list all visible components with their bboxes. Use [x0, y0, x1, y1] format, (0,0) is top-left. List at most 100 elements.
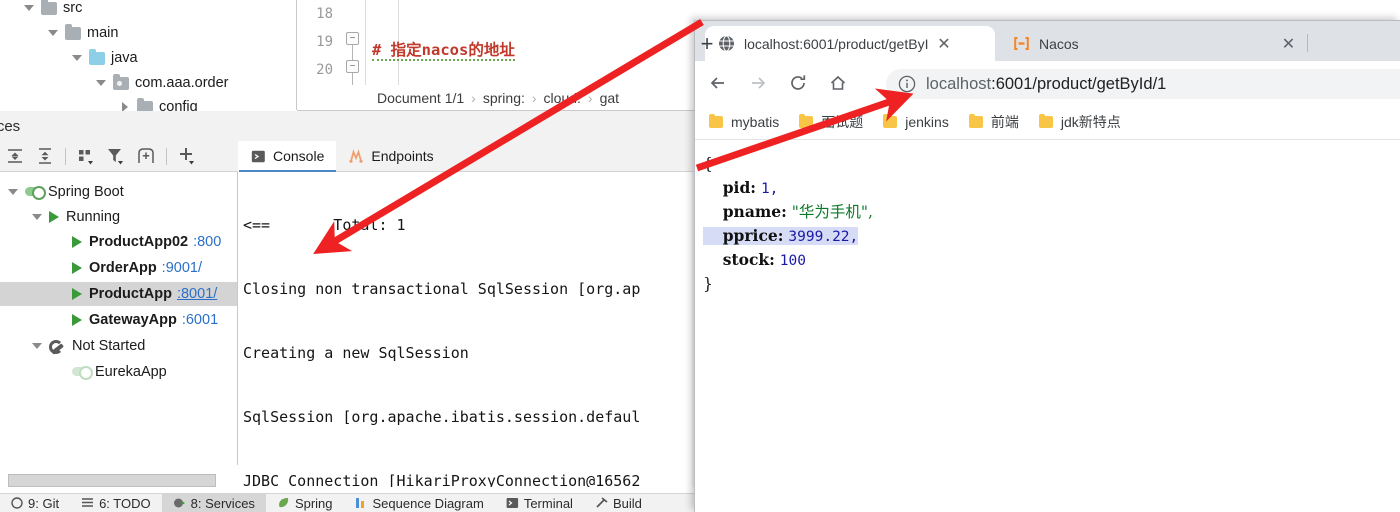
toolbar-separator — [166, 147, 167, 165]
browser-tab-active[interactable]: localhost:6001/product/getByI ✕ — [705, 26, 995, 61]
group-by-icon[interactable] — [73, 143, 99, 169]
chevron-down-icon[interactable] — [96, 78, 107, 89]
collapse-all-icon[interactable] — [32, 143, 58, 169]
tool-window-services[interactable]: 8: Services — [161, 493, 266, 512]
chevron-down-icon[interactable] — [48, 28, 59, 39]
services-tree-row-eurekaapp[interactable]: EurekaApp — [0, 360, 237, 384]
home-icon[interactable] — [821, 66, 855, 100]
address-bar[interactable]: localhost:6001/product/getById/1 — [886, 69, 1400, 99]
bookmarks-bar[interactable]: mybatis 面试题 jenkins 前端 jdk新特点 — [695, 105, 1400, 139]
tool-window-label: Terminal — [523, 495, 573, 511]
fold-gutter[interactable]: − − — [342, 0, 364, 85]
bookmark-label: mybatis — [731, 114, 780, 130]
browser-tab-strip[interactable]: localhost:6001/product/getByI ✕ Nacos ✕ … — [695, 21, 1400, 61]
json-key: pname: — [722, 202, 787, 221]
bookmark-item[interactable]: 面试题 — [799, 112, 863, 132]
console-line: Creating a new SqlSession — [243, 344, 469, 362]
project-tree[interactable]: src main java com.aaa.order config — [0, 0, 297, 115]
tool-window-label: 9: Git — [28, 495, 60, 511]
console-line: Closing non transactional SqlSession [or… — [243, 280, 641, 298]
bookmark-item[interactable]: jenkins — [883, 113, 949, 130]
bookmark-item[interactable]: jdk新特点 — [1038, 112, 1121, 132]
reload-icon[interactable] — [781, 66, 815, 100]
add-tab-icon[interactable] — [133, 143, 159, 169]
filter-icon[interactable] — [103, 143, 129, 169]
services-tree-row-running[interactable]: Running — [0, 205, 237, 229]
services-tree-row-spring-boot[interactable]: Spring Boot — [0, 180, 237, 204]
tool-window-label: Sequence Diagram — [372, 495, 484, 511]
services-app-port[interactable]: :8001/ — [177, 286, 217, 302]
expand-all-icon[interactable] — [2, 143, 28, 169]
services-toolbar[interactable] — [0, 141, 238, 172]
tab-endpoints[interactable]: Endpoints — [336, 141, 445, 172]
close-icon[interactable]: ✕ — [935, 35, 952, 53]
services-tree-row-productapp02[interactable]: ProductApp02 :800 — [0, 230, 237, 254]
wrench-icon — [49, 339, 66, 354]
services-tree-label: Not Started — [72, 338, 146, 354]
services-app-port[interactable]: :9001/ — [162, 260, 202, 276]
services-tree-label: Spring Boot — [48, 184, 124, 200]
line-number: 18 — [316, 6, 333, 22]
browser-tab-nacos[interactable]: Nacos — [1000, 26, 1283, 61]
breadcrumb-item[interactable]: gat — [600, 90, 619, 106]
bookmark-item[interactable]: 前端 — [968, 112, 1019, 132]
services-tree-row-productapp[interactable]: ProductApp :8001/ — [0, 282, 237, 306]
breadcrumb-item[interactable]: Document 1/1 — [377, 90, 464, 106]
tool-window-sequence-diagram[interactable]: Sequence Diagram — [344, 494, 495, 512]
terminal-icon — [506, 497, 519, 509]
json-field: pname: "华为手机", — [703, 200, 1400, 224]
info-circle-icon[interactable] — [898, 75, 916, 93]
services-app-port[interactable]: :6001 — [182, 312, 218, 328]
add-icon[interactable] — [174, 143, 200, 169]
bookmark-label: 面试题 — [821, 114, 864, 130]
fold-collapse-end-icon[interactable]: − — [346, 60, 359, 73]
tool-window-build[interactable]: Build — [584, 494, 653, 512]
services-tree-row-not-started[interactable]: Not Started — [0, 334, 237, 358]
console-tab-bar[interactable]: Console Endpoints — [239, 140, 700, 172]
chevron-down-icon[interactable] — [8, 187, 19, 198]
services-icon — [173, 497, 186, 509]
tool-window-label: Build — [612, 495, 642, 511]
services-tree[interactable]: Spring Boot Running ProductApp02 :800 Or… — [0, 172, 238, 465]
services-app-name: OrderApp — [89, 260, 157, 276]
json-brace-close: } — [703, 275, 713, 293]
tool-window-git[interactable]: 9: Git — [0, 494, 70, 512]
services-tree-row-orderapp[interactable]: OrderApp :9001/ — [0, 256, 237, 280]
folder-icon — [799, 113, 814, 128]
services-app-port[interactable]: :800 — [193, 234, 221, 250]
tool-window-spring[interactable]: Spring — [266, 494, 344, 512]
fold-collapse-icon[interactable]: − — [346, 32, 359, 45]
chevron-down-icon[interactable] — [72, 53, 83, 64]
project-tree-row[interactable]: src — [24, 0, 82, 19]
build-hammer-icon — [595, 497, 608, 509]
chevron-down-icon[interactable] — [24, 3, 35, 14]
back-arrow-icon[interactable] — [701, 66, 735, 100]
address-bar-url[interactable]: localhost:6001/product/getById/1 — [926, 75, 1166, 94]
forward-arrow-icon[interactable] — [741, 66, 775, 100]
console-line: <== Total: 1 — [243, 216, 406, 234]
bottom-tool-window-bar[interactable]: 9: Git 6: TODO 8: Services Spring Sequen… — [0, 493, 700, 512]
new-tab-button[interactable]: + — [695, 31, 719, 56]
tool-window-terminal[interactable]: Terminal — [495, 494, 584, 512]
breadcrumb-item[interactable]: spring: — [483, 90, 525, 106]
services-horizontal-scrollbar[interactable] — [8, 474, 216, 487]
tab-console[interactable]: Console — [239, 140, 337, 172]
package-icon — [113, 73, 129, 90]
close-icon[interactable]: ✕ — [1280, 35, 1297, 53]
bookmark-label: 前端 — [990, 114, 1019, 130]
folder-icon — [709, 113, 723, 128]
project-tree-row[interactable]: com.aaa.order — [96, 72, 229, 94]
services-tree-row-gatewayapp[interactable]: GatewayApp :6001 — [0, 308, 237, 332]
project-tree-row[interactable]: main — [48, 22, 118, 44]
chevron-down-icon[interactable] — [32, 341, 43, 352]
tool-window-todo[interactable]: 6: TODO — [70, 494, 162, 512]
breadcrumb-item[interactable]: cloud: — [544, 90, 581, 106]
tool-window-label: Spring — [294, 495, 333, 511]
services-app-name: GatewayApp — [89, 312, 177, 328]
editor-divider — [365, 0, 366, 85]
console-output[interactable]: <== Total: 1 Closing non transactional S… — [239, 172, 700, 487]
project-tree-row[interactable]: java — [72, 47, 138, 69]
services-tool-window-title: vices — [0, 111, 700, 141]
chevron-down-icon[interactable] — [32, 212, 43, 223]
bookmark-item[interactable]: mybatis — [709, 113, 780, 130]
